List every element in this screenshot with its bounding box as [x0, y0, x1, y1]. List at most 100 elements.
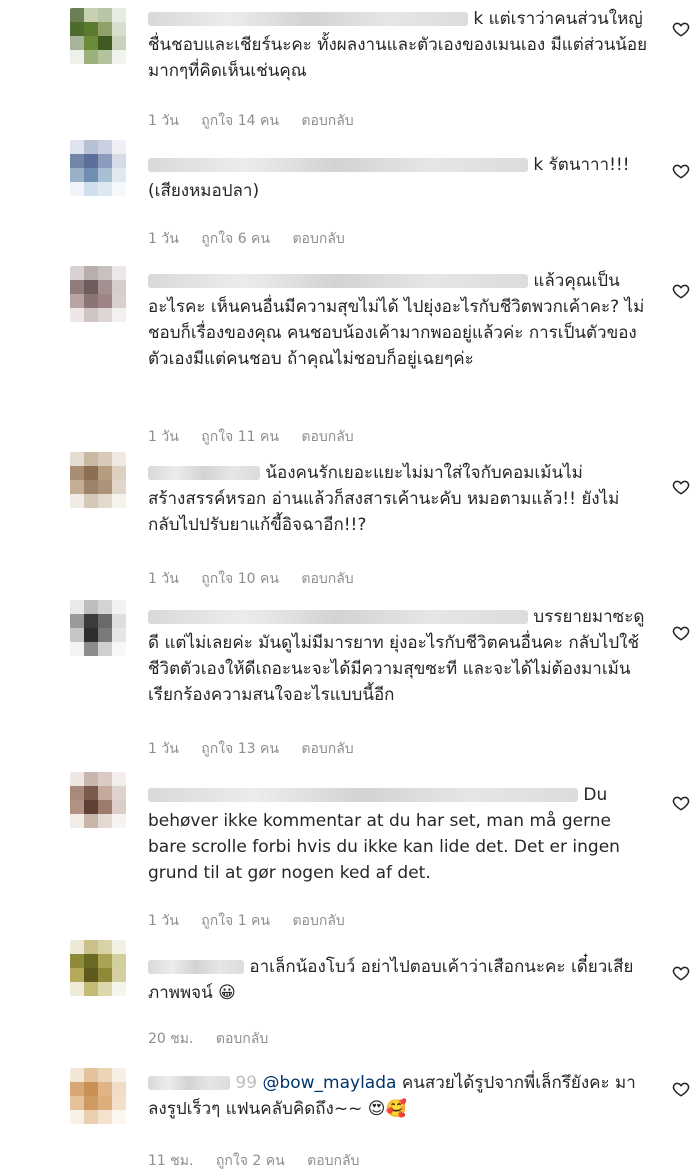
username-blurred[interactable] [148, 466, 260, 480]
avatar[interactable] [70, 452, 126, 508]
reply-button[interactable]: ตอบกลับ [307, 1153, 359, 1169]
avatar[interactable] [70, 940, 126, 996]
avatar-pixel [112, 22, 126, 36]
username-blurred[interactable] [148, 788, 578, 802]
avatar-pixel [70, 940, 84, 954]
avatar-pixel [70, 1096, 84, 1110]
avatar-pixel [84, 982, 98, 996]
avatar-pixel [112, 294, 126, 308]
avatar-pixel [112, 772, 126, 786]
username-blurred[interactable] [148, 1076, 230, 1090]
avatar-pixel [84, 266, 98, 280]
avatar-pixel [84, 480, 98, 494]
avatar-pixel [84, 140, 98, 154]
heart-icon[interactable] [672, 20, 690, 38]
avatar-pixel [112, 1096, 126, 1110]
comment-time[interactable]: 20 ชม. [148, 1031, 193, 1047]
avatar-pixel [70, 154, 84, 168]
reply-button[interactable]: ตอบกลับ [301, 113, 353, 129]
like-count[interactable]: ถูกใจ 2 คน [216, 1153, 285, 1169]
avatar-pixel [70, 1068, 84, 1082]
comment-time[interactable]: 1 วัน [148, 571, 179, 587]
avatar[interactable] [70, 772, 126, 828]
avatar[interactable] [70, 600, 126, 656]
heart-icon[interactable] [672, 1080, 690, 1098]
reply-button[interactable]: ตอบกลับ [301, 741, 353, 757]
avatar-pixel [112, 1110, 126, 1124]
avatar-pixel [84, 1068, 98, 1082]
heart-outline [672, 284, 690, 299]
avatar-pixel [70, 168, 84, 182]
avatar-pixel [70, 140, 84, 154]
comment-text: อาเล็กน้องโบว์ อย่าไปตอบเค้าว่าเสือกนะคะ… [148, 954, 648, 1006]
avatar-pixel [84, 968, 98, 982]
avatar-pixel [98, 452, 112, 466]
heart-icon[interactable] [672, 478, 690, 496]
avatar-pixel [84, 168, 98, 182]
avatar-pixel [98, 940, 112, 954]
comment-time[interactable]: 1 วัน [148, 741, 179, 757]
username-blurred[interactable] [148, 960, 244, 974]
avatar-pixel [112, 280, 126, 294]
like-count[interactable]: ถูกใจ 10 คน [201, 571, 279, 587]
comment-text: k แต่เราว่าคนส่วนใหญ่ชื่นชอบและเชียร์นะค… [148, 6, 648, 84]
avatar-pixel [98, 154, 112, 168]
avatar-pixel [112, 786, 126, 800]
username-blurred[interactable] [148, 274, 528, 288]
avatar[interactable] [70, 1068, 126, 1124]
avatar-pixel [84, 786, 98, 800]
like-count[interactable]: ถูกใจ 13 คน [201, 741, 279, 757]
heart-icon[interactable] [672, 282, 690, 300]
avatar-pixel [70, 480, 84, 494]
heart-outline [672, 480, 690, 495]
heart-icon[interactable] [672, 794, 690, 812]
reply-button[interactable]: ตอบกลับ [301, 429, 353, 445]
comment-time[interactable]: 11 ชม. [148, 1153, 193, 1169]
username-blurred[interactable] [148, 158, 528, 172]
avatar[interactable] [70, 8, 126, 64]
avatar-pixel [98, 22, 112, 36]
comment-time[interactable]: 1 วัน [148, 113, 179, 129]
mention-link[interactable]: @bow_maylada [262, 1073, 396, 1093]
reply-button[interactable]: ตอบกลับ [292, 231, 344, 247]
username-blurred[interactable] [148, 610, 528, 624]
reply-button[interactable]: ตอบกลับ [301, 571, 353, 587]
avatar-pixel [98, 494, 112, 508]
username-blurred[interactable] [148, 12, 468, 26]
heart-icon[interactable] [672, 162, 690, 180]
avatar-pixel [70, 954, 84, 968]
avatar[interactable] [70, 266, 126, 322]
avatar-pixel [84, 182, 98, 196]
comment-time[interactable]: 1 วัน [148, 429, 179, 445]
comment-time[interactable]: 1 วัน [148, 913, 179, 929]
like-count[interactable]: ถูกใจ 11 คน [201, 429, 279, 445]
reply-button[interactable]: ตอบกลับ [216, 1031, 268, 1047]
avatar-pixel [98, 1110, 112, 1124]
avatar-pixel [70, 280, 84, 294]
reply-button[interactable]: ตอบกลับ [292, 913, 344, 929]
avatar-pixel [112, 1082, 126, 1096]
like-count[interactable]: ถูกใจ 14 คน [201, 113, 279, 129]
comment-text: น้องคนรักเยอะแยะไม่มาใส่ใจกับคอมเม้นไม่ส… [148, 460, 648, 538]
avatar-pixel [112, 182, 126, 196]
avatar-pixel [84, 452, 98, 466]
avatar[interactable] [70, 140, 126, 196]
like-count[interactable]: ถูกใจ 6 คน [201, 231, 270, 247]
avatar-pixel [70, 600, 84, 614]
comment-time[interactable]: 1 วัน [148, 231, 179, 247]
avatar-pixel [84, 800, 98, 814]
avatar-pixel [98, 1096, 112, 1110]
username-suffix: 99 [235, 1073, 258, 1093]
avatar-pixel [98, 800, 112, 814]
avatar-pixel [112, 308, 126, 322]
comment-text: แล้วคุณเป็นอะไรคะ เห็นคนอื่นมีความสุขไม่… [148, 268, 648, 372]
like-count[interactable]: ถูกใจ 1 คน [201, 913, 270, 929]
avatar-pixel [84, 814, 98, 828]
avatar-pixel [70, 308, 84, 322]
avatar-pixel [84, 22, 98, 36]
avatar-pixel [98, 1082, 112, 1096]
avatar-pixel [112, 466, 126, 480]
heart-icon[interactable] [672, 624, 690, 642]
avatar-pixel [84, 466, 98, 480]
heart-icon[interactable] [672, 964, 690, 982]
